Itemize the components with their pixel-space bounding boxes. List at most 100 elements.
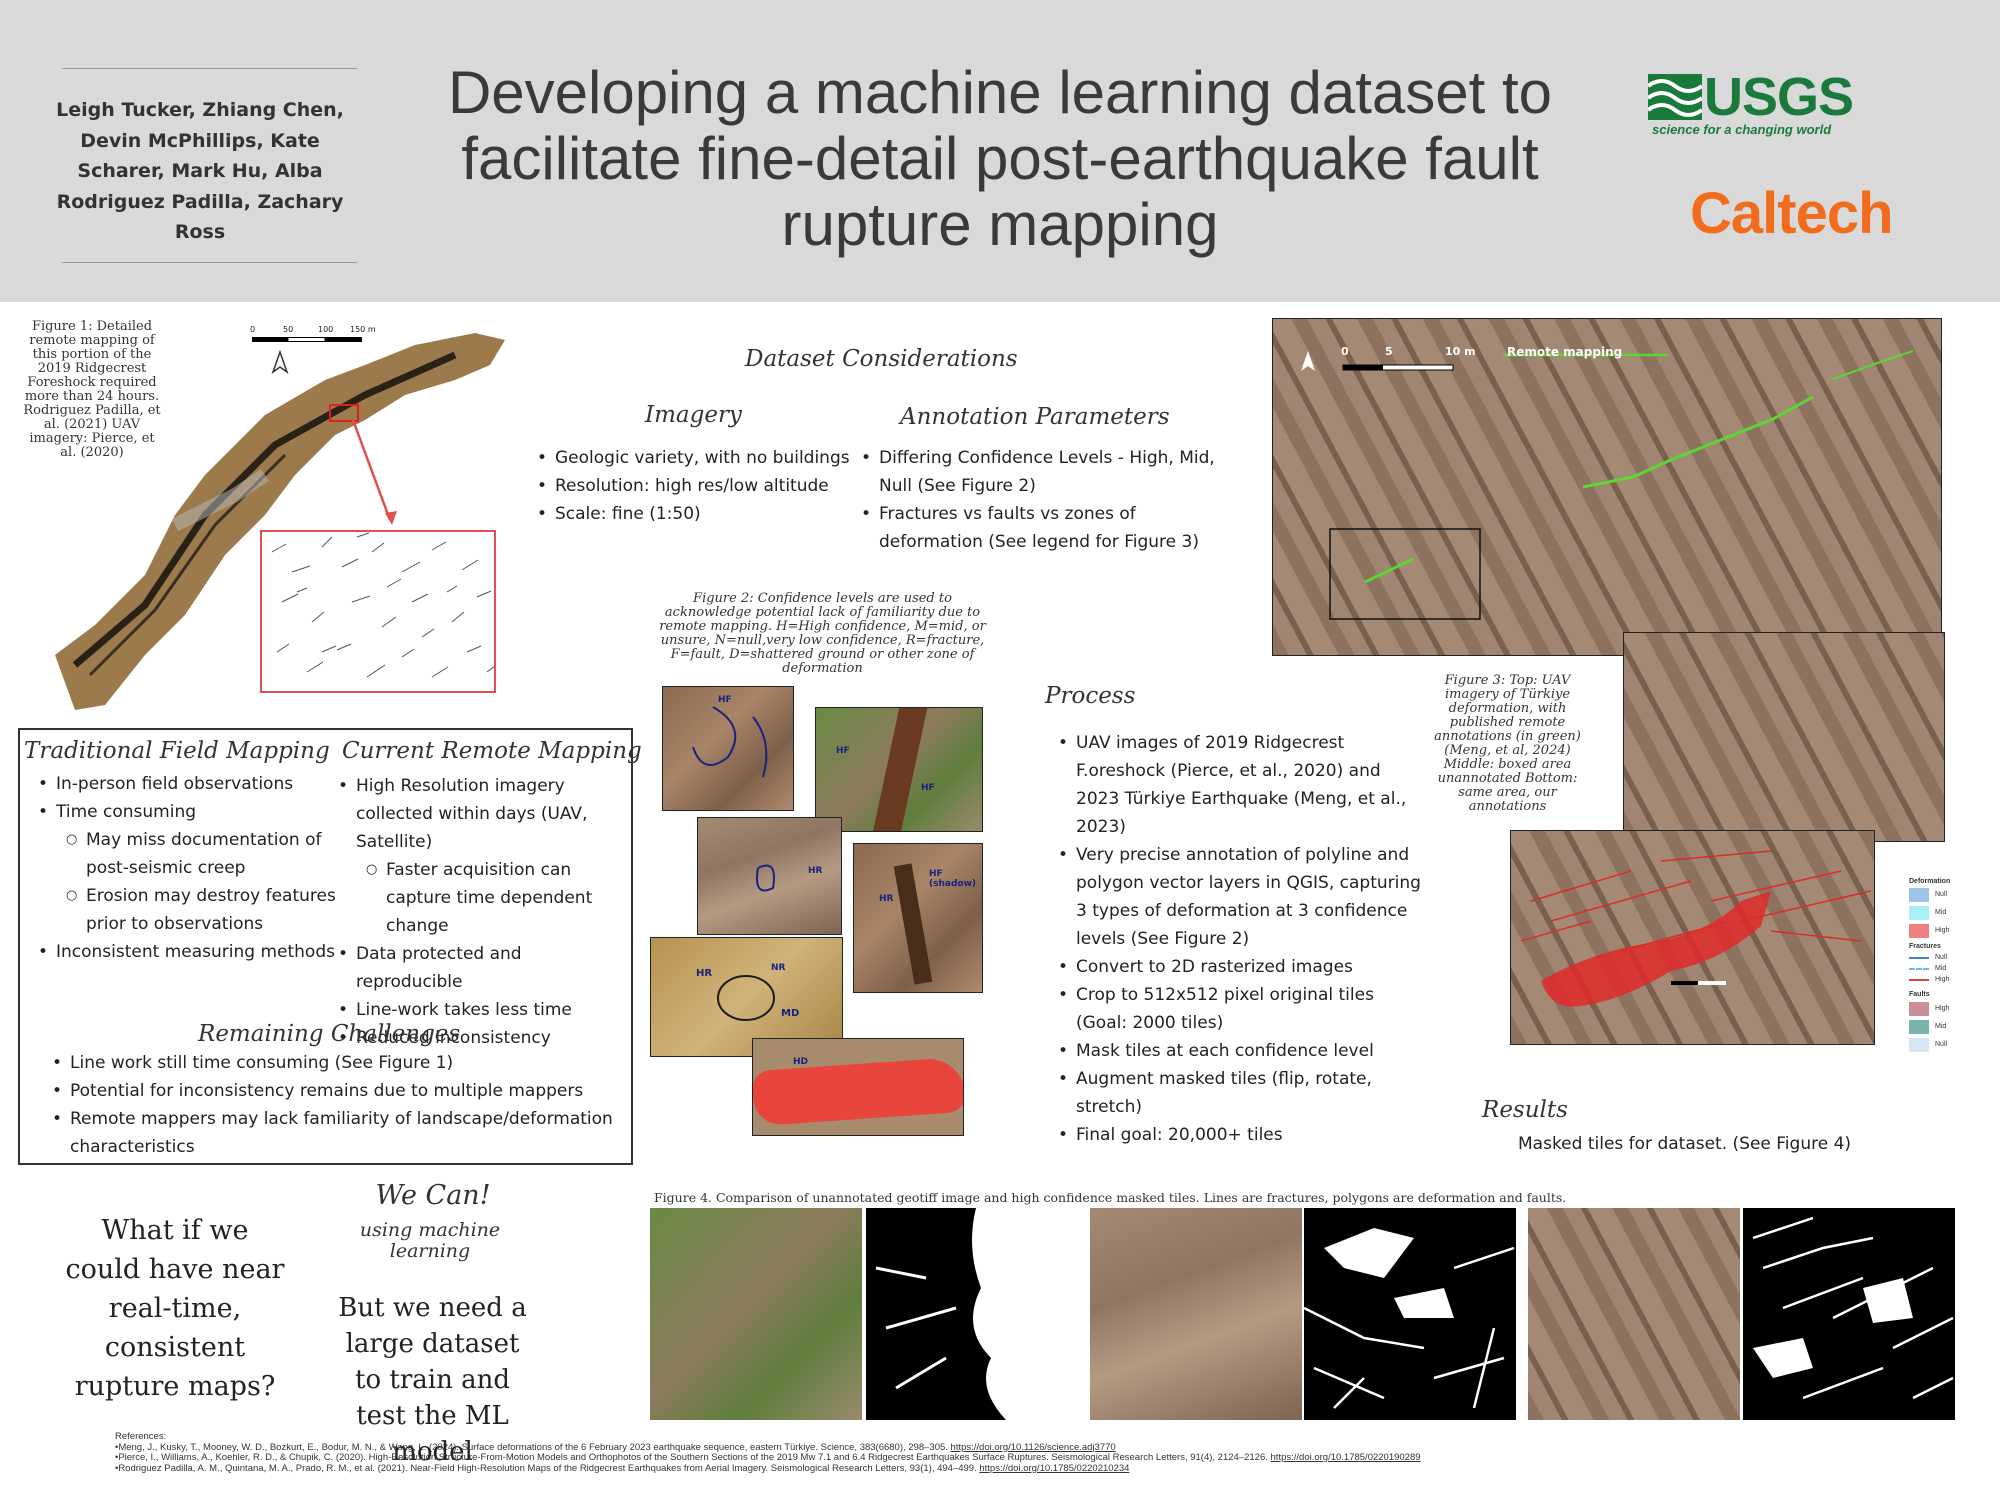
- legend-line: [1909, 979, 1929, 981]
- fig2-label: HR: [696, 968, 713, 979]
- what-if-question: What if we could have near real-time, co…: [65, 1215, 285, 1402]
- figure4-mask-2: [1304, 1208, 1516, 1420]
- caltech-logo: Caltech: [1690, 181, 1894, 246]
- annotation-heading: Annotation Parameters: [900, 404, 1170, 430]
- legend-label: Null: [1935, 954, 1948, 961]
- list-item: Faster acquisition can capture time depe…: [338, 856, 630, 940]
- list-item: Convert to 2D rasterized images: [1058, 953, 1428, 981]
- traditional-list: In-person field observations Time consum…: [38, 770, 338, 966]
- legend-label: Null: [1935, 1041, 1948, 1048]
- results-heading: Results: [1482, 1097, 1568, 1123]
- fig2-label: NR: [771, 963, 786, 973]
- legend-swatch: [1909, 1038, 1929, 1052]
- list-item: Resolution: high res/low altitude: [537, 472, 867, 500]
- legend-label: Mid: [1935, 909, 1947, 916]
- process-list: UAV images of 2019 Ridgecrest F.oreshock…: [1058, 729, 1428, 1149]
- fig3-remote-label: Remote mapping: [1507, 345, 1623, 359]
- figure3-legend: Deformation Null Mid High Fractures Null…: [1905, 876, 1965, 1081]
- fig3-scale-tick: 10 m: [1445, 345, 1476, 358]
- legend-label: Mid: [1935, 1023, 1947, 1030]
- figure3-top-photo: 0 5 10 m Remote mapping: [1272, 318, 1942, 656]
- list-item: Data protected and reproducible: [338, 940, 630, 996]
- legend-label: Mid: [1935, 965, 1947, 972]
- figure2-photo-4: HF (shadow) HR: [853, 843, 983, 993]
- references: References: •Meng, J., Kusky, T., Mooney…: [115, 1431, 1995, 1475]
- results-text: Masked tiles for dataset. (See Figure 4): [1518, 1134, 1852, 1154]
- fig2-label: HR: [808, 866, 823, 876]
- reference-item: •Rodriguez Padilla, A. M., Quintana, M. …: [115, 1462, 1995, 1475]
- list-item: Line work still time consuming (See Figu…: [52, 1049, 622, 1077]
- figure4-photo-2: [1090, 1208, 1302, 1420]
- list-item: High Resolution imagery collected within…: [338, 772, 630, 856]
- traditional-heading: Traditional Field Mapping: [24, 738, 330, 764]
- legend-label: High: [1935, 1005, 1950, 1012]
- legend-faults-title: Faults: [1909, 991, 1930, 998]
- process-heading: Process: [1045, 683, 1136, 709]
- legend-swatch: [1909, 1020, 1929, 1034]
- figure3-middle-photo: [1623, 632, 1945, 842]
- list-item: Inconsistent measuring methods: [38, 938, 338, 966]
- figure4-mask-1: [866, 1208, 1078, 1420]
- figure2-photo-6: HD: [752, 1038, 964, 1136]
- figure4-photo-1: [650, 1208, 862, 1420]
- legend-label: High: [1935, 927, 1950, 934]
- legend-fractures-title: Fractures: [1909, 943, 1941, 950]
- current-list: High Resolution imagery collected within…: [338, 772, 630, 1052]
- imagery-heading: Imagery: [645, 402, 742, 428]
- fig3-scale-tick: 0: [1341, 345, 1349, 358]
- legend-swatch: [1909, 1002, 1929, 1016]
- legend-deformation-title: Deformation: [1909, 878, 1951, 885]
- usgs-wave-icon: [1648, 74, 1702, 120]
- fig3-scale-tick: 5: [1385, 345, 1393, 358]
- list-item: In-person field observations: [38, 770, 338, 798]
- list-item: Very precise annotation of polyline and …: [1058, 841, 1428, 953]
- list-item: Erosion may destroy features prior to ob…: [38, 882, 338, 938]
- legend-line: [1909, 957, 1929, 959]
- current-heading: Current Remote Mapping: [342, 738, 642, 764]
- legend-swatch: [1909, 924, 1929, 938]
- legend-swatch: [1909, 906, 1929, 920]
- we-can-heading: We Can!: [375, 1180, 491, 1211]
- figure4-caption: Figure 4. Comparison of unannotated geot…: [654, 1190, 1567, 1205]
- list-item: Mask tiles at each confidence level: [1058, 1037, 1428, 1065]
- list-item: Potential for inconsistency remains due …: [52, 1077, 622, 1105]
- list-item: Geologic variety, with no buildings: [537, 444, 867, 472]
- reference-link[interactable]: https://doi.org/10.1126/science.adj3770: [951, 1442, 1116, 1453]
- fig2-label: HF (shadow): [929, 869, 977, 889]
- figure2-caption: Figure 2: Confidence levels are used to …: [659, 591, 986, 676]
- reference-text: •Rodriguez Padilla, A. M., Quintana, M. …: [115, 1462, 980, 1474]
- reference-link[interactable]: https://doi.org/10.1785/0220190289: [1271, 1452, 1421, 1463]
- fig2-label: HD: [793, 1057, 809, 1067]
- authors-top-rule: [62, 68, 357, 69]
- list-item: May miss documentation of post-seismic c…: [38, 826, 338, 882]
- legend-label: High: [1935, 976, 1950, 983]
- list-item: Remote mappers may lack familiarity of l…: [52, 1105, 622, 1161]
- legend-label: Null: [1935, 891, 1948, 898]
- fig2-label: MD: [781, 1008, 800, 1019]
- usgs-logo: USGS science for a changing world: [1648, 67, 1854, 145]
- reference-text: •Meng, J., Kusky, T., Mooney, W. D., Boz…: [115, 1441, 951, 1453]
- figure4-photo-3: [1528, 1208, 1740, 1420]
- fig2-label: HR: [879, 894, 894, 904]
- legend-swatch: [1909, 888, 1929, 902]
- imagery-list: Geologic variety, with no buildings Reso…: [537, 444, 867, 528]
- figure2-photo-2: HF HF: [815, 707, 983, 832]
- figure2-photo-3: HR: [697, 817, 842, 935]
- fig2-label: HF: [718, 695, 732, 705]
- figure2-photo-1: HF: [662, 686, 794, 811]
- fig2-label: HF: [836, 746, 850, 756]
- reference-text: •Pierce, I., Williams, A., Koehler, R. D…: [115, 1452, 1271, 1463]
- list-item: Final goal: 20,000+ tiles: [1058, 1121, 1428, 1149]
- figure3-caption: Figure 3: Top: UAV imagery of Türkiye de…: [1434, 673, 1581, 814]
- usgs-tagline: science for a changing world: [1652, 122, 1832, 137]
- list-item: Fractures vs faults vs zones of deformat…: [861, 500, 1241, 556]
- poster-title: Developing a machine learning dataset to…: [447, 59, 1553, 258]
- legend-line: [1909, 968, 1929, 970]
- figure1-inset-linework: [260, 530, 496, 693]
- reference-link[interactable]: https://doi.org/10.1785/0220210234: [979, 1463, 1129, 1474]
- figure4-mask-3: [1743, 1208, 1955, 1420]
- list-item: Crop to 512x512 pixel original tiles (Go…: [1058, 981, 1428, 1037]
- list-item: Augment masked tiles (flip, rotate, stre…: [1058, 1065, 1428, 1121]
- authors-bottom-rule: [62, 262, 357, 263]
- annotation-list: Differing Confidence Levels - High, Mid,…: [861, 444, 1241, 556]
